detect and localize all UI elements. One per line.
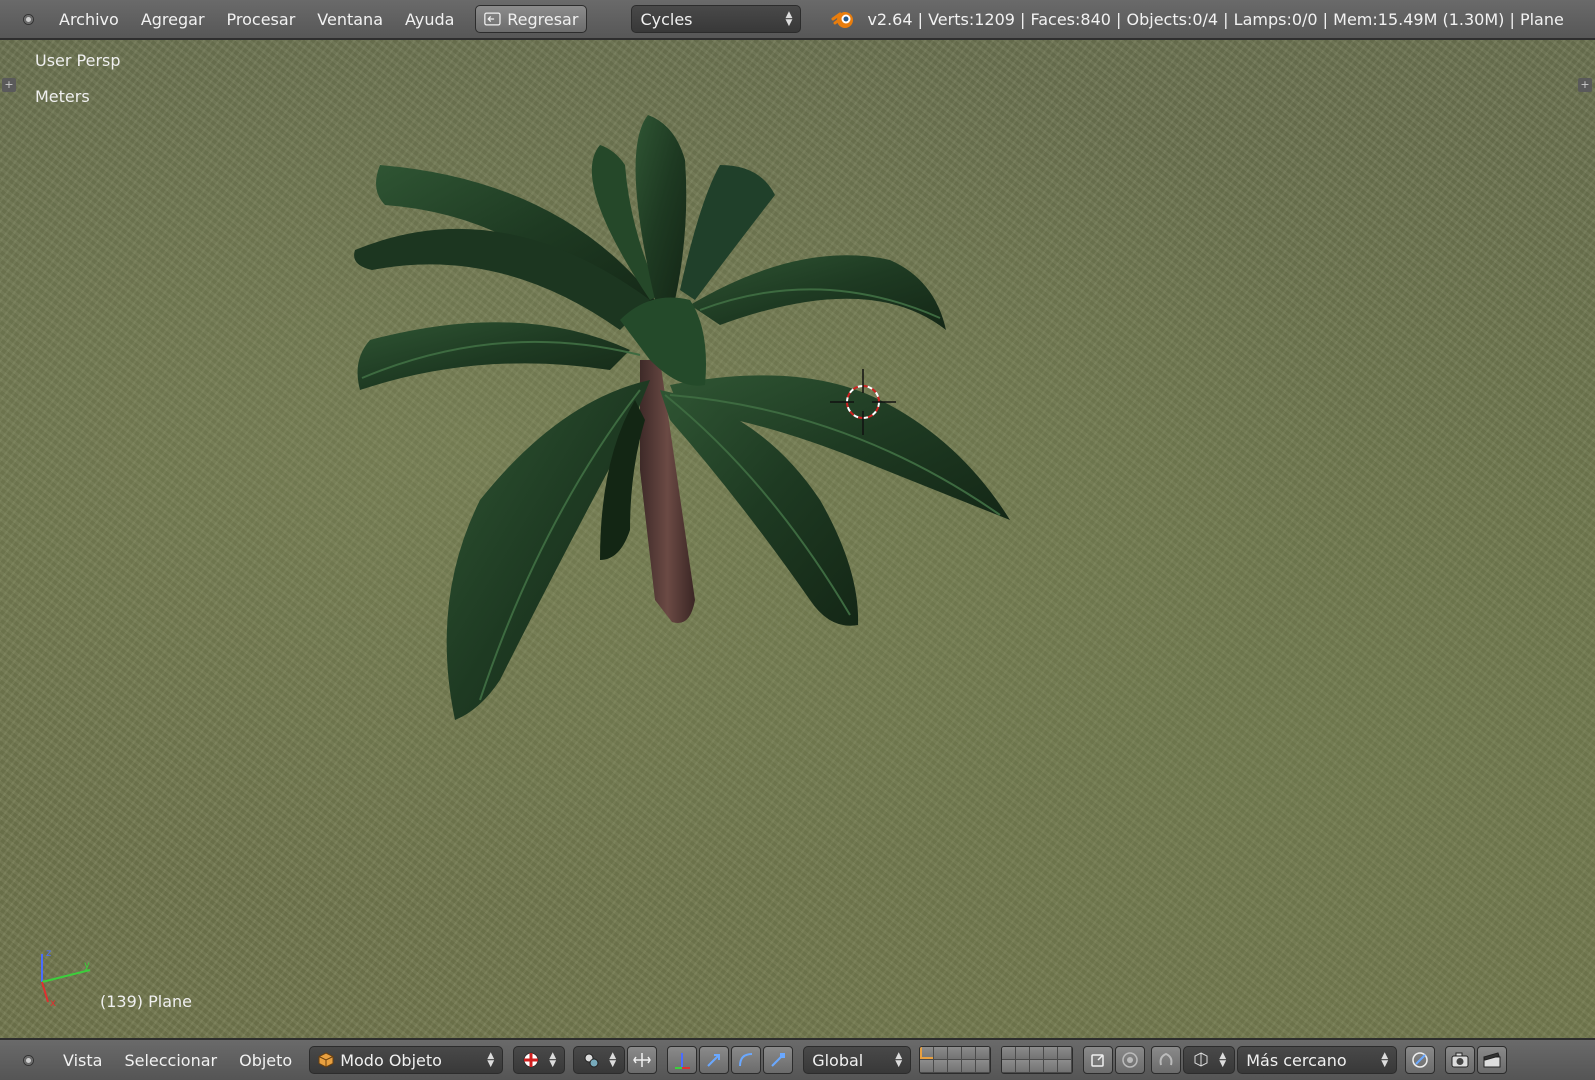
manipulator-toggle[interactable] [667, 1046, 698, 1074]
manipulate-center-button[interactable] [627, 1046, 658, 1074]
back-button[interactable]: Regresar [475, 5, 588, 33]
magnet-icon [1159, 1052, 1173, 1066]
layer-active-icon[interactable] [920, 1047, 935, 1060]
snap-align-icon [1412, 1052, 1428, 1068]
snap-element-select[interactable]: ▲ ▼ [1183, 1046, 1236, 1074]
banana-tree-model[interactable] [0, 40, 1595, 1038]
proportional-circle-icon [1122, 1052, 1138, 1068]
shading-sphere-icon [523, 1052, 539, 1068]
svg-text:x: x [50, 998, 56, 1009]
camera-icon [1451, 1052, 1469, 1068]
center-points-icon [633, 1053, 652, 1067]
3d-cursor-icon[interactable] [828, 367, 898, 437]
render-engine-select[interactable]: Cycles ▲ ▼ [631, 5, 802, 33]
lock-camera-button[interactable] [1083, 1046, 1114, 1074]
scale-manipulator-button[interactable] [763, 1046, 794, 1074]
blender-window: Archivo Agregar Procesar Ventana Ayuda R… [0, 0, 1595, 1080]
mode-select[interactable]: Modo Objeto ▲ ▼ [309, 1046, 504, 1074]
updown-arrows-icon: ▲ ▼ [609, 1051, 617, 1069]
blender-logo-icon [831, 12, 854, 28]
info-header: Archivo Agregar Procesar Ventana Ayuda R… [0, 0, 1595, 40]
snap-toggle[interactable] [1151, 1046, 1182, 1074]
menu-objeto[interactable]: Objeto [228, 1051, 303, 1070]
mode-value: Modo Objeto [340, 1050, 442, 1070]
snap-target-select[interactable]: Más cercano ▲ ▼ [1237, 1046, 1398, 1074]
updown-arrows-icon: ▲ ▼ [1381, 1051, 1389, 1069]
axis-manipulator-icon [675, 1053, 691, 1069]
orientation-select[interactable]: Global ▲ ▼ [803, 1046, 912, 1074]
snap-element-icon [1194, 1052, 1208, 1067]
layers-grid-b[interactable] [1001, 1046, 1074, 1074]
scene-stats: v2.64 | Verts:1209 | Faces:840 | Objects… [867, 9, 1564, 29]
render-engine-value: Cycles [640, 9, 693, 29]
camera-lock-icon [1091, 1054, 1104, 1067]
menu-ayuda[interactable]: Ayuda [394, 10, 465, 29]
3d-viewport[interactable]: User Persp Meters + + z x y (139) Plane [0, 40, 1595, 1038]
manipulator-group [667, 1046, 795, 1074]
menu-procesar[interactable]: Procesar [216, 10, 307, 29]
updown-arrows-icon: ▲ ▼ [1219, 1051, 1227, 1069]
header-collapse-button[interactable] [18, 9, 38, 29]
pivot-icon [584, 1053, 599, 1068]
updown-arrows-icon: ▲ ▼ [549, 1051, 557, 1069]
view-axis-gizmo-icon: z x y [41, 948, 91, 1009]
render-animation-button[interactable] [1477, 1046, 1508, 1074]
menu-seleccionar[interactable]: Seleccionar [113, 1051, 228, 1070]
clapperboard-icon [1483, 1052, 1501, 1068]
updown-arrows-icon: ▲ ▼ [487, 1051, 495, 1069]
view-menu-bar: Vista Seleccionar Objeto [52, 1051, 303, 1070]
menu-ventana[interactable]: Ventana [306, 10, 394, 29]
3d-view-header: Vista Seleccionar Objeto Modo Objeto ▲ ▼ … [0, 1038, 1595, 1080]
menu-archivo[interactable]: Archivo [48, 10, 130, 29]
footer-collapse-button[interactable] [18, 1050, 38, 1070]
snap-target-value: Más cercano [1246, 1050, 1347, 1070]
rotate-manipulator-button[interactable] [731, 1046, 762, 1074]
svg-text:y: y [84, 960, 90, 971]
scale-icon [771, 1053, 786, 1067]
viewport-shading-select[interactable]: ▲ ▼ [513, 1046, 566, 1074]
back-button-label: Regresar [507, 9, 579, 29]
proportional-edit-button[interactable] [1115, 1046, 1146, 1074]
back-icon [484, 12, 502, 26]
menu-vista[interactable]: Vista [52, 1051, 113, 1070]
layers-grid-a[interactable] [919, 1046, 992, 1074]
arrow-icon [707, 1054, 721, 1067]
collapse-icon [22, 13, 34, 25]
updown-arrows-icon: ▲ ▼ [895, 1051, 903, 1069]
orientation-value: Global [812, 1050, 864, 1070]
pivot-group: ▲ ▼ [573, 1046, 659, 1074]
cube-icon [318, 1052, 334, 1068]
main-menu: Archivo Agregar Procesar Ventana Ayuda [48, 10, 465, 29]
updown-arrows-icon: ▲ ▼ [785, 10, 793, 28]
pivot-point-select[interactable]: ▲ ▼ [573, 1046, 626, 1074]
snap-align-button[interactable] [1405, 1046, 1436, 1074]
menu-agregar[interactable]: Agregar [130, 10, 216, 29]
collapse-icon [22, 1054, 34, 1066]
svg-text:z: z [46, 948, 51, 959]
translate-manipulator-button[interactable] [699, 1046, 730, 1074]
active-object-label: (139) Plane [100, 992, 192, 1011]
render-still-button[interactable] [1445, 1046, 1476, 1074]
rotate-arc-icon [739, 1053, 753, 1067]
